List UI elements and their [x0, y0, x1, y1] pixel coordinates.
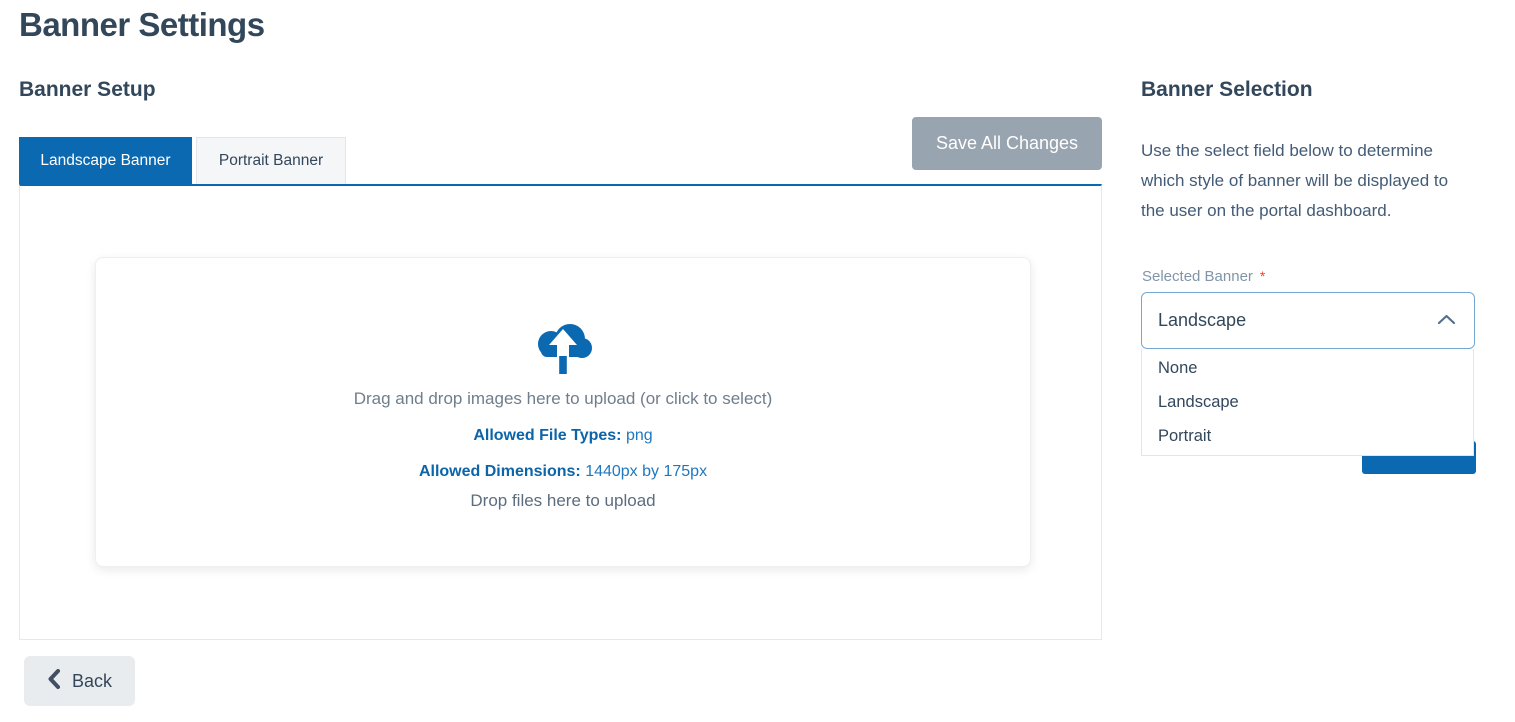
allowed-dimensions-label: Allowed Dimensions:	[419, 463, 581, 480]
required-asterisk: *	[1260, 268, 1265, 284]
back-button-label: Back	[72, 671, 112, 692]
save-all-changes-button[interactable]: Save All Changes	[912, 117, 1102, 170]
banner-settings-page: Banner Settings Banner Setup Save All Ch…	[0, 0, 1515, 722]
banner-selection-heading: Banner Selection	[1141, 78, 1313, 102]
tab-portrait-banner[interactable]: Portrait Banner	[196, 137, 346, 184]
allowed-dimensions-value: 1440px by 175px	[585, 463, 707, 480]
option-portrait[interactable]: Portrait	[1142, 419, 1473, 453]
chevron-left-icon	[47, 669, 60, 694]
selected-banner-value: Landscape	[1158, 310, 1246, 331]
landscape-banner-tab-panel: Drag and drop images here to upload (or …	[19, 184, 1102, 640]
selected-banner-label-text: Selected Banner	[1142, 268, 1253, 285]
selected-banner-select[interactable]: Landscape	[1141, 292, 1475, 349]
back-button[interactable]: Back	[24, 656, 135, 706]
option-portrait-label: Portrait	[1158, 427, 1211, 446]
option-none-label: None	[1158, 359, 1197, 378]
page-title: Banner Settings	[19, 6, 265, 44]
option-landscape[interactable]: Landscape	[1142, 385, 1473, 419]
save-all-changes-label: Save All Changes	[936, 133, 1078, 154]
tab-portrait-banner-label: Portrait Banner	[219, 152, 323, 170]
allowed-file-types: Allowed File Types: png	[473, 427, 652, 445]
allowed-dimensions: Allowed Dimensions: 1440px by 175px	[419, 463, 707, 481]
allowed-file-types-label: Allowed File Types:	[473, 427, 621, 444]
chevron-up-icon	[1437, 312, 1456, 330]
tab-landscape-banner[interactable]: Landscape Banner	[19, 137, 192, 184]
option-landscape-label: Landscape	[1158, 393, 1239, 412]
banner-setup-heading: Banner Setup	[19, 78, 156, 102]
allowed-file-types-value: png	[626, 427, 653, 444]
dropzone-instruction: Drag and drop images here to upload (or …	[354, 389, 773, 409]
option-none[interactable]: None	[1142, 351, 1473, 385]
image-upload-dropzone[interactable]: Drag and drop images here to upload (or …	[95, 257, 1031, 567]
dropzone-hint: Drop files here to upload	[470, 491, 655, 511]
tab-landscape-banner-label: Landscape Banner	[40, 152, 170, 170]
banner-selection-description: Use the select field below to determine …	[1141, 136, 1476, 226]
selected-banner-options-list: None Landscape Portrait	[1141, 349, 1474, 456]
cloud-upload-icon	[531, 320, 595, 381]
selected-banner-label: Selected Banner *	[1142, 268, 1265, 285]
